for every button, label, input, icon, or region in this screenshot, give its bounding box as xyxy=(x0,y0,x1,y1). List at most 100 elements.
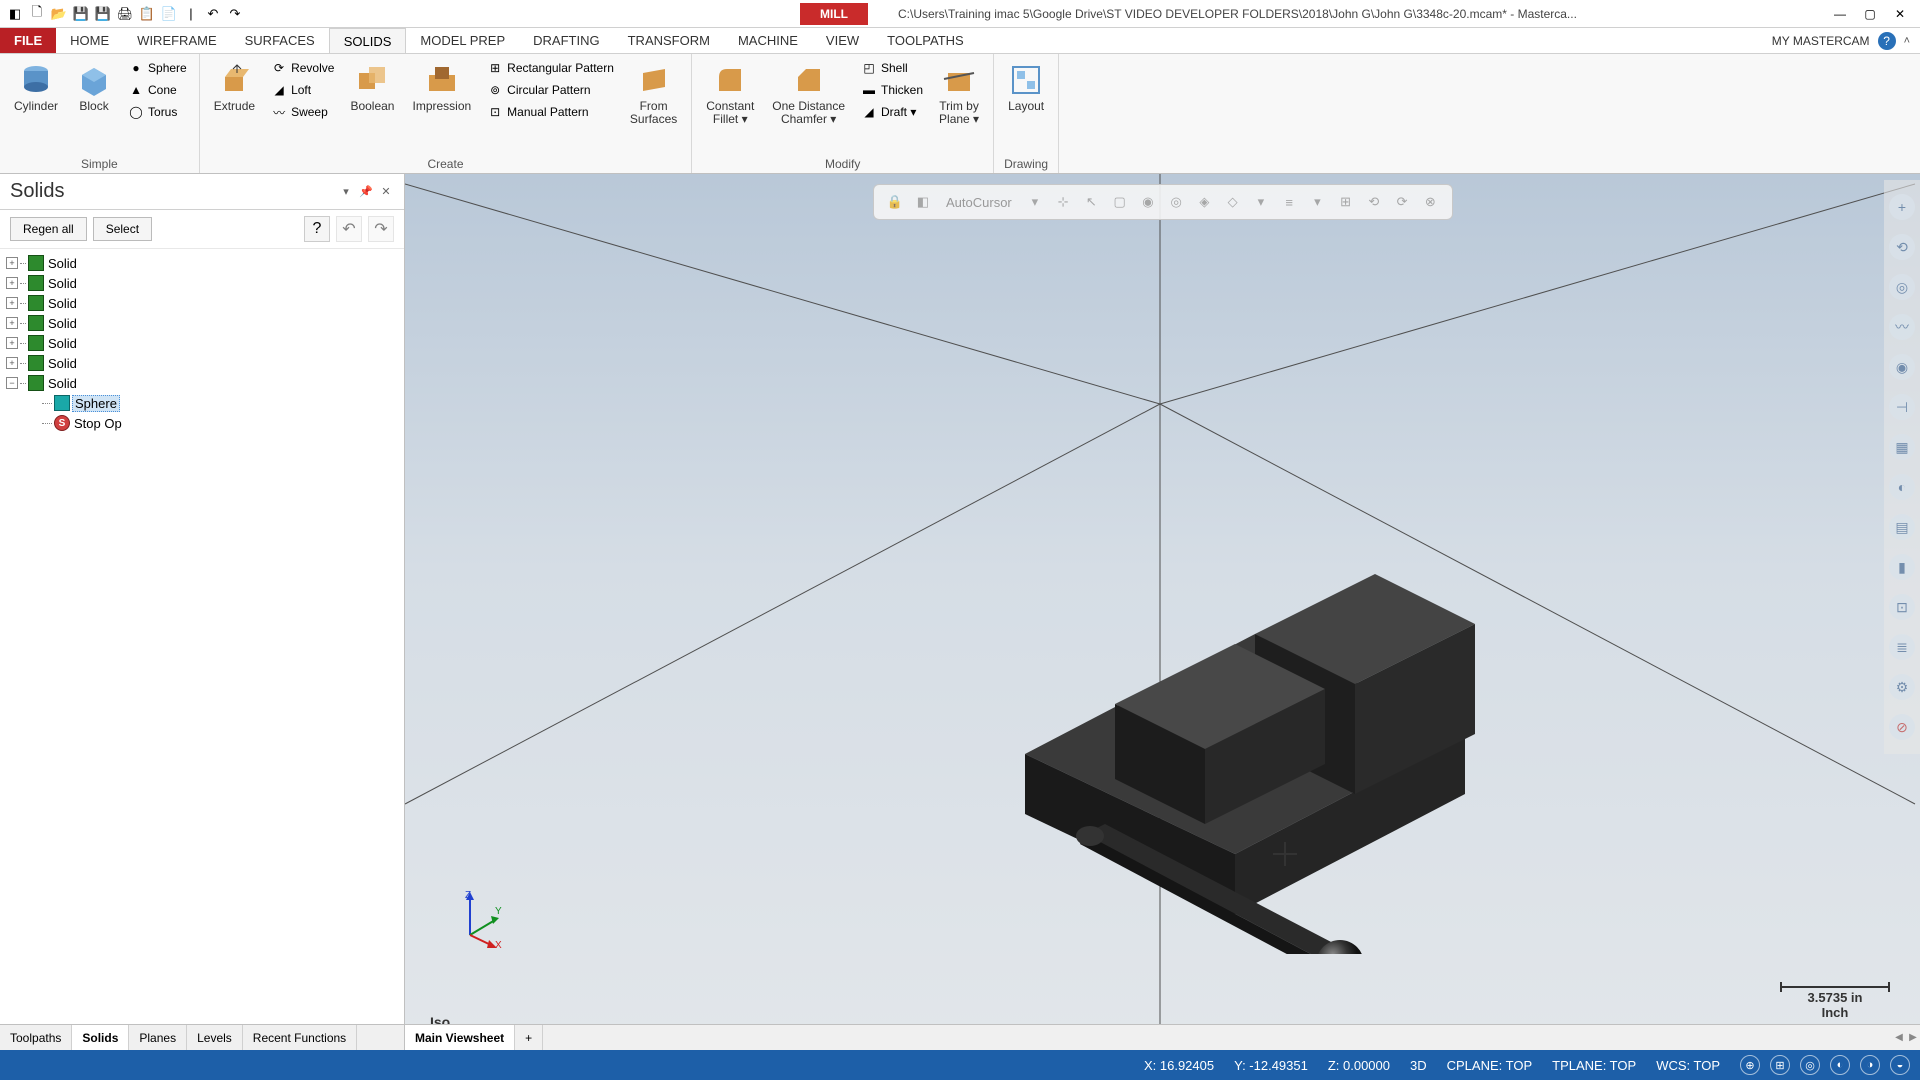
expand-icon[interactable]: + xyxy=(6,357,18,369)
ac-k-icon[interactable]: ⊗ xyxy=(1419,190,1441,214)
rg-stop-icon[interactable]: ⊘ xyxy=(1889,714,1915,740)
tree-node-solid[interactable]: +Solid xyxy=(6,333,398,353)
bt-levels[interactable]: Levels xyxy=(187,1025,243,1050)
sb-grid-icon[interactable]: ⊞ xyxy=(1770,1055,1790,1075)
rg-v2-icon[interactable]: ⊡ xyxy=(1889,594,1915,620)
ac-f-icon[interactable]: ≡ xyxy=(1278,190,1300,214)
ac-b-icon[interactable]: ◎ xyxy=(1165,190,1187,214)
close-button[interactable]: ✕ xyxy=(1886,4,1914,24)
viewport[interactable]: 🔒 ◧ AutoCursor ▾ ⊹ ↖ ▢ ◉ ◎ ◈ ◇ ▾ ≡ ▾ ⊞ ⟲… xyxy=(405,174,1920,1050)
ac-j-icon[interactable]: ⟳ xyxy=(1391,190,1413,214)
rg-gear-icon[interactable]: ⚙ xyxy=(1889,674,1915,700)
rg-zoom-icon[interactable]: + xyxy=(1889,194,1915,220)
tab-solids[interactable]: SOLIDS xyxy=(329,28,407,53)
ac-ref-icon[interactable]: ◧ xyxy=(912,190,934,214)
from-surfaces-button[interactable]: From Surfaces xyxy=(624,58,683,130)
layout-button[interactable]: Layout xyxy=(1002,58,1050,117)
rg-align-icon[interactable]: ⊣ xyxy=(1889,394,1915,420)
rg-snap-icon[interactable]: ◉ xyxy=(1889,354,1915,380)
ac-pt-icon[interactable]: ⊹ xyxy=(1052,190,1074,214)
saveas-icon[interactable]: 💾 xyxy=(94,5,112,23)
ac-h-icon[interactable]: ⊞ xyxy=(1335,190,1357,214)
circ-pattern-button[interactable]: ⊚Circular Pattern xyxy=(483,80,618,100)
tree-node-solid[interactable]: +Solid xyxy=(6,253,398,273)
tab-model-prep[interactable]: MODEL PREP xyxy=(406,28,519,53)
rect-pattern-button[interactable]: ⊞Rectangular Pattern xyxy=(483,58,618,78)
rg-shade-icon[interactable]: ◐ xyxy=(1889,474,1915,500)
copy-icon[interactable]: 📋 xyxy=(138,5,156,23)
cylinder-button[interactable]: Cylinder xyxy=(8,58,64,117)
tab-view[interactable]: VIEW xyxy=(812,28,873,53)
sb-globe-icon[interactable]: ⊕ xyxy=(1740,1055,1760,1075)
rg-color-icon[interactable]: ▦ xyxy=(1889,434,1915,460)
bt-scroll-right[interactable]: ▶ xyxy=(1906,1025,1920,1050)
help-icon[interactable]: ? xyxy=(1878,32,1896,50)
tab-home[interactable]: HOME xyxy=(56,28,123,53)
minimize-button[interactable]: — xyxy=(1826,4,1854,24)
tab-machine[interactable]: MACHINE xyxy=(724,28,812,53)
rg-layers-icon[interactable]: ≣ xyxy=(1889,634,1915,660)
tab-drafting[interactable]: DRAFTING xyxy=(519,28,613,53)
thicken-button[interactable]: ▬Thicken xyxy=(857,80,927,100)
rg-rotate-icon[interactable]: ⟲ xyxy=(1889,234,1915,260)
status-tplane[interactable]: TPLANE: TOP xyxy=(1552,1058,1636,1073)
sweep-button[interactable]: 〰Sweep xyxy=(267,102,338,122)
bt-add-viewsheet[interactable]: + xyxy=(515,1025,543,1050)
select-button[interactable]: Select xyxy=(93,217,152,241)
draft-button[interactable]: ◢Draft ▾ xyxy=(857,102,927,122)
bt-recent[interactable]: Recent Functions xyxy=(243,1025,357,1050)
ac-a-icon[interactable]: ◉ xyxy=(1137,190,1159,214)
bt-main-viewsheet[interactable]: Main Viewsheet xyxy=(405,1025,515,1050)
expand-icon[interactable]: + xyxy=(6,277,18,289)
ac-c-icon[interactable]: ◈ xyxy=(1193,190,1215,214)
loft-button[interactable]: ◢Loft xyxy=(267,80,338,100)
context-tab-mill[interactable]: MILL xyxy=(800,3,868,25)
sb-a-icon[interactable]: ◐ xyxy=(1830,1055,1850,1075)
tree-node-sphere[interactable]: Sphere xyxy=(6,393,398,413)
tree-node-stop-op[interactable]: SStop Op xyxy=(6,413,398,433)
boolean-button[interactable]: Boolean xyxy=(344,58,400,117)
tree-node-solid[interactable]: +Solid xyxy=(6,313,398,333)
rg-curve-icon[interactable]: 〰 xyxy=(1889,314,1915,340)
sb-circ-icon[interactable]: ◎ xyxy=(1800,1055,1820,1075)
paste-icon[interactable]: 📄 xyxy=(160,5,178,23)
tree-node-solid[interactable]: +Solid xyxy=(6,273,398,293)
bt-scroll-left[interactable]: ◀ xyxy=(1892,1025,1906,1050)
constant-fillet-button[interactable]: Constant Fillet ▾ xyxy=(700,58,760,130)
tab-wireframe[interactable]: WIREFRAME xyxy=(123,28,230,53)
maximize-button[interactable]: ▢ xyxy=(1856,4,1884,24)
rg-wire-icon[interactable]: ▤ xyxy=(1889,514,1915,540)
tree-node-solid-expanded[interactable]: −Solid xyxy=(6,373,398,393)
tab-surfaces[interactable]: SURFACES xyxy=(231,28,329,53)
one-distance-chamfer-button[interactable]: One Distance Chamfer ▾ xyxy=(766,58,851,130)
print-icon[interactable]: 🖨 xyxy=(116,5,134,23)
status-mode[interactable]: 3D xyxy=(1410,1058,1427,1073)
sb-c-icon[interactable]: ◒ xyxy=(1890,1055,1910,1075)
ac-lock-icon[interactable]: 🔒 xyxy=(884,190,906,214)
collapse-ribbon-icon[interactable]: ˄ xyxy=(1904,35,1910,47)
ac-d-icon[interactable]: ◇ xyxy=(1222,190,1244,214)
sb-b-icon[interactable]: ◑ xyxy=(1860,1055,1880,1075)
status-cplane[interactable]: CPLANE: TOP xyxy=(1447,1058,1533,1073)
revolve-button[interactable]: ⟳Revolve xyxy=(267,58,338,78)
open-icon[interactable]: 📂 xyxy=(50,5,68,23)
ac-i-icon[interactable]: ⟲ xyxy=(1363,190,1385,214)
expand-icon[interactable]: + xyxy=(6,257,18,269)
panel-dropdown-icon[interactable]: ▾ xyxy=(338,184,354,200)
autocursor-toolbar[interactable]: 🔒 ◧ AutoCursor ▾ ⊹ ↖ ▢ ◉ ◎ ◈ ◇ ▾ ≡ ▾ ⊞ ⟲… xyxy=(873,184,1453,220)
rg-v1-icon[interactable]: ▮ xyxy=(1889,554,1915,580)
tab-toolpaths[interactable]: TOOLPATHS xyxy=(873,28,978,53)
expand-icon[interactable]: + xyxy=(6,317,18,329)
extrude-button[interactable]: Extrude xyxy=(208,58,261,117)
tree-node-solid[interactable]: +Solid xyxy=(6,353,398,373)
sphere-button[interactable]: ●Sphere xyxy=(124,58,191,78)
panel-undo-icon[interactable]: ↶ xyxy=(336,216,362,242)
ac-e-icon[interactable]: ▾ xyxy=(1250,190,1272,214)
tab-file[interactable]: FILE xyxy=(0,28,56,53)
block-button[interactable]: Block xyxy=(70,58,118,117)
undo-icon[interactable]: ↶ xyxy=(204,5,222,23)
new-icon[interactable]: 🗋 xyxy=(28,5,46,23)
panel-pin-icon[interactable]: 📌 xyxy=(358,184,374,200)
torus-button[interactable]: ◯Torus xyxy=(124,102,191,122)
panel-redo-icon[interactable]: ↷ xyxy=(368,216,394,242)
